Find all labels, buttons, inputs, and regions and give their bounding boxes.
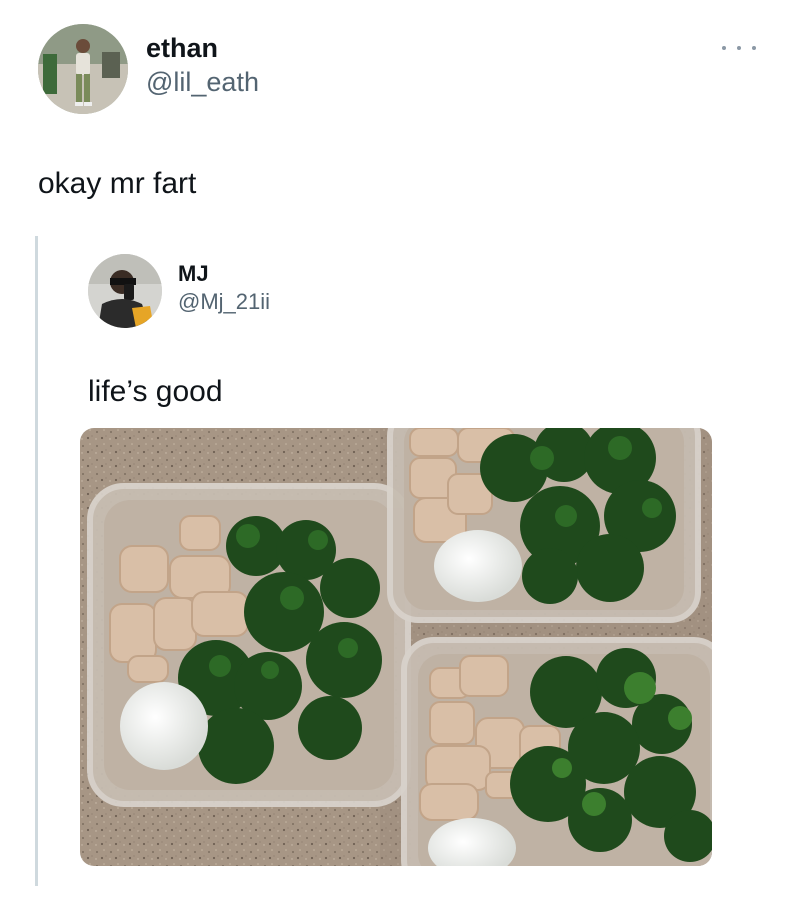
- more-dot: [752, 46, 756, 50]
- quoted-author-handle[interactable]: @Mj_21ii: [178, 288, 270, 316]
- quoted-tweet-author[interactable]: MJ @Mj_21ii: [88, 254, 270, 328]
- more-dot: [737, 46, 741, 50]
- quoted-author-display-name[interactable]: MJ: [178, 260, 270, 288]
- quoted-tweet-photo[interactable]: [80, 428, 712, 866]
- more-options-icon[interactable]: [722, 40, 756, 56]
- quoted-tweet-text: life’s good: [88, 375, 223, 408]
- author-avatar[interactable]: [38, 24, 128, 114]
- quote-divider: [35, 236, 38, 886]
- quoted-author-avatar[interactable]: [88, 254, 162, 328]
- tweet-author[interactable]: ethan @lil_eath: [38, 24, 259, 114]
- tweet-text: okay mr fart: [38, 167, 197, 200]
- author-display-name[interactable]: ethan: [146, 31, 259, 65]
- author-handle[interactable]: @lil_eath: [146, 65, 259, 99]
- tweet: ethan @lil_eath okay mr fart MJ @Mj_21ii: [0, 0, 792, 900]
- more-dot: [722, 46, 726, 50]
